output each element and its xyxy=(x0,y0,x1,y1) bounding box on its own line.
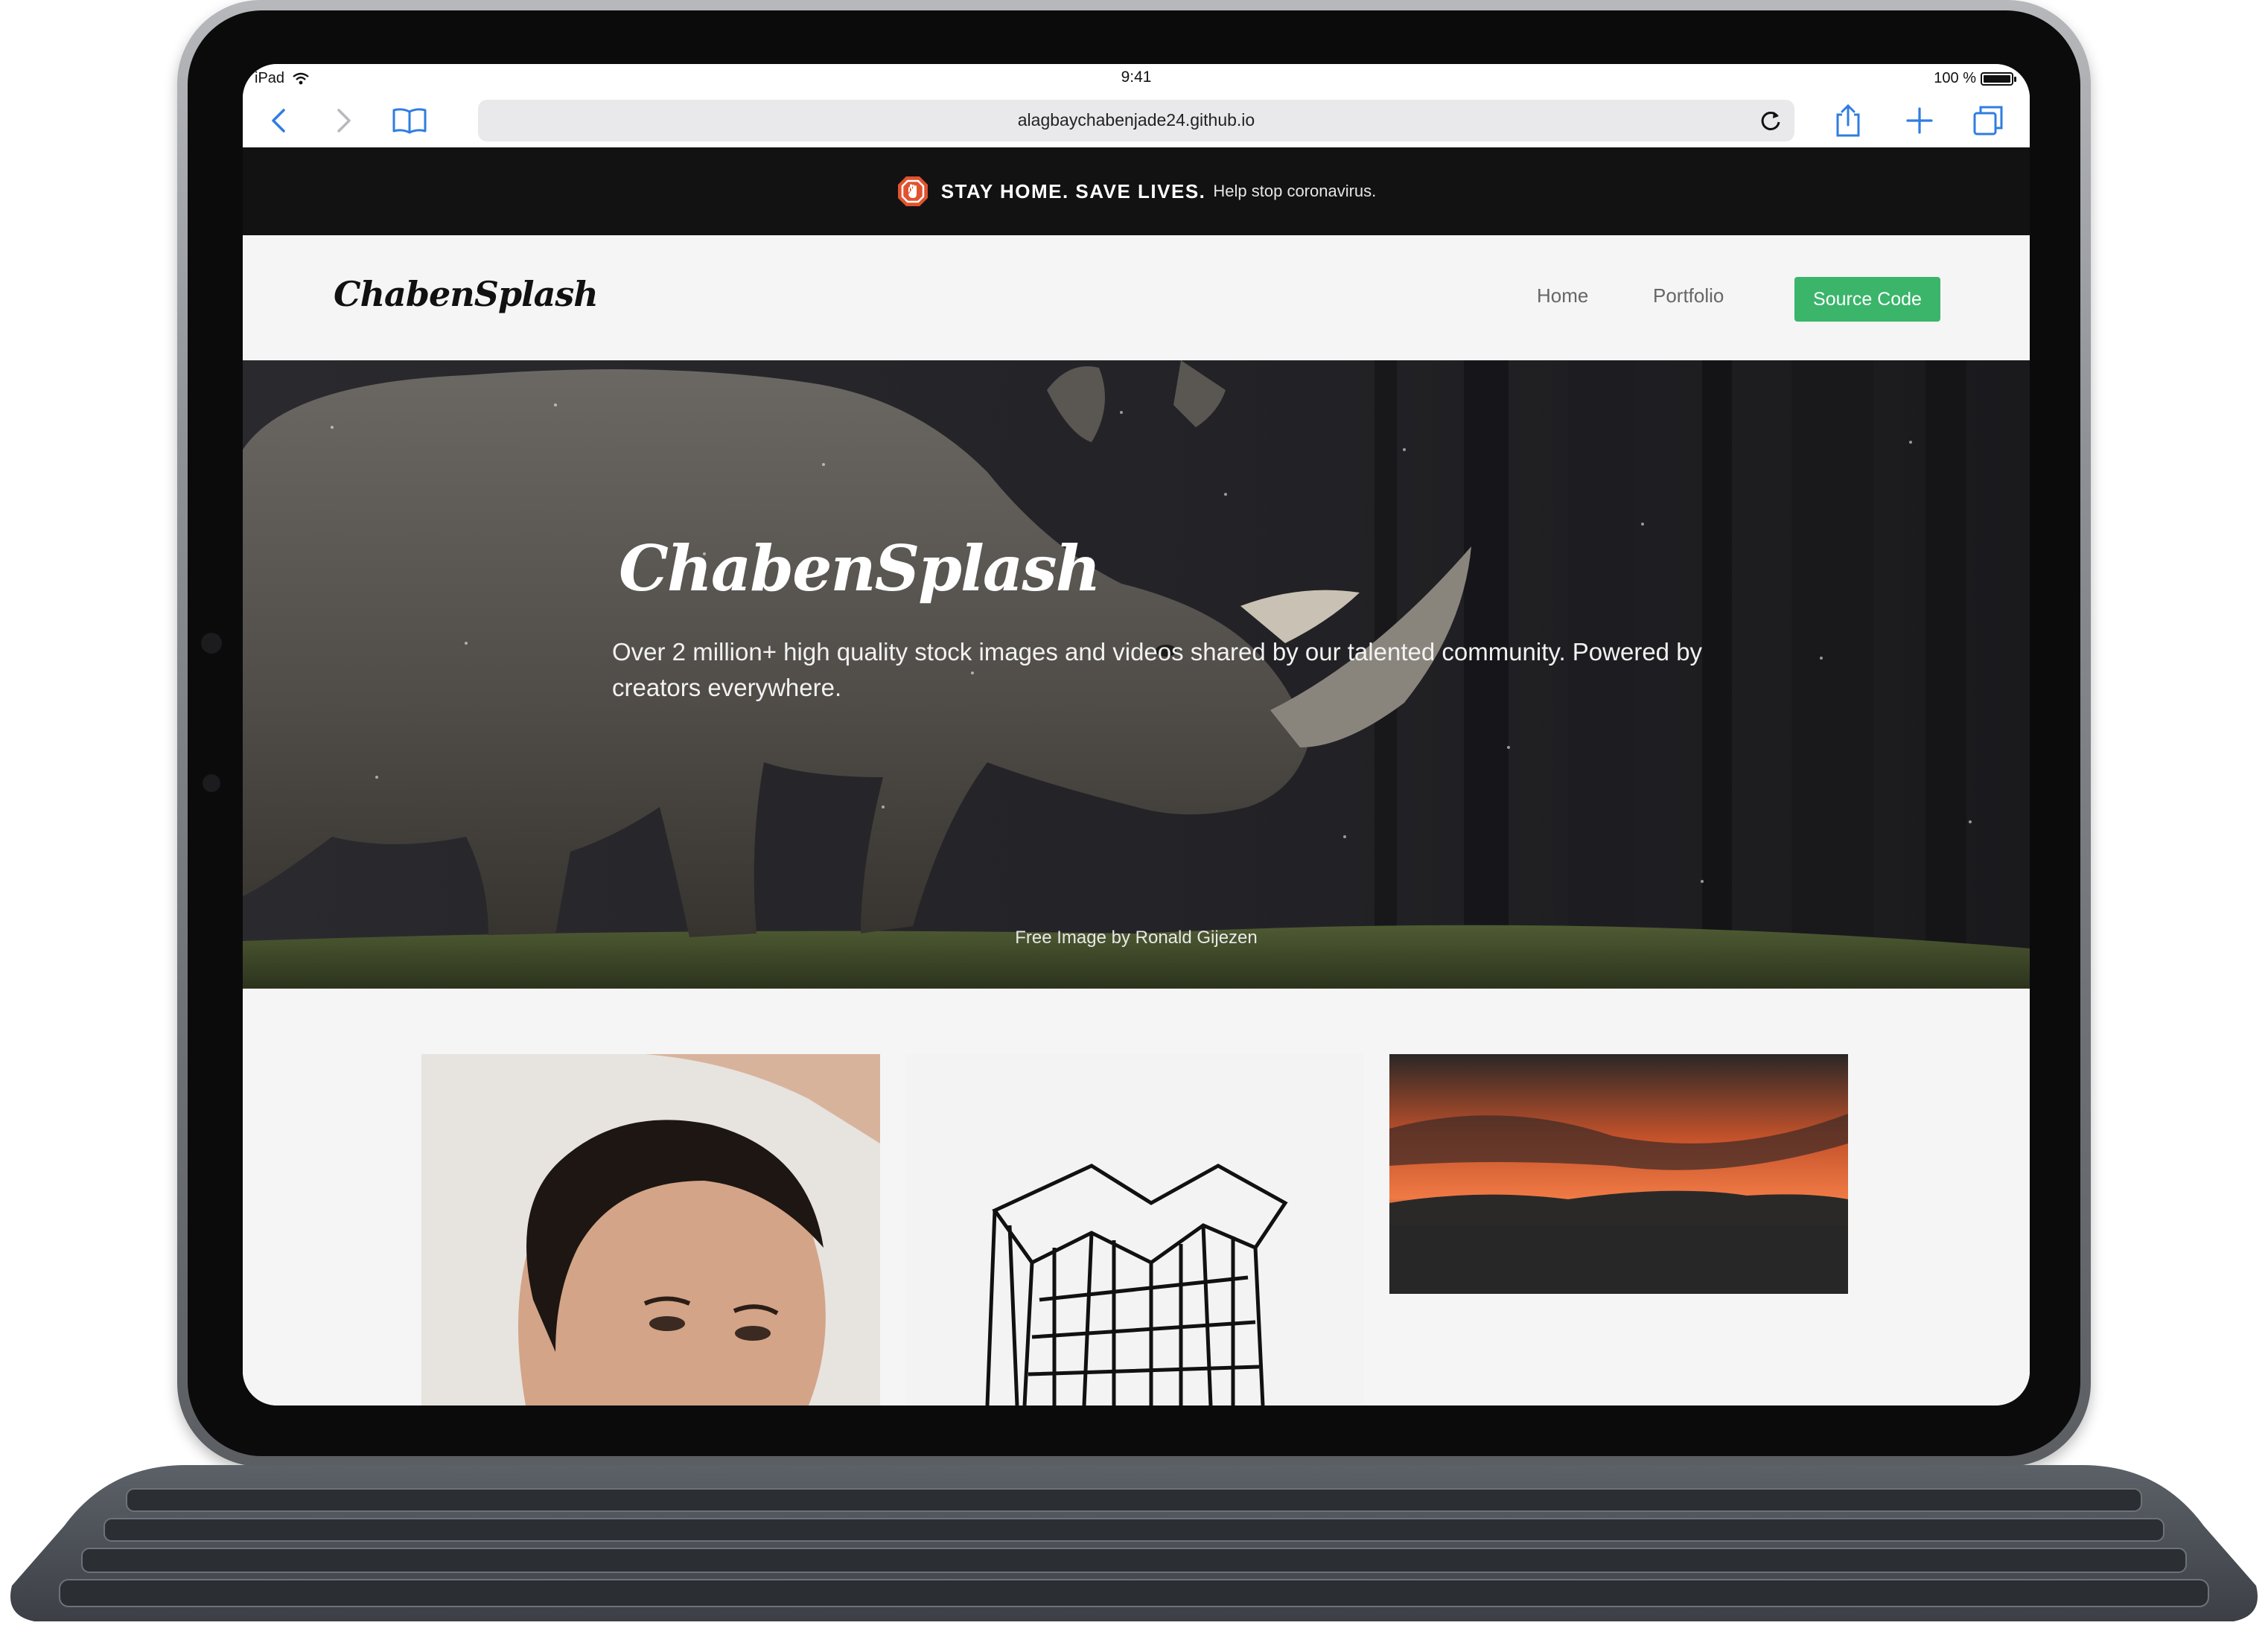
forward-icon[interactable] xyxy=(323,100,365,141)
share-icon[interactable] xyxy=(1827,100,1869,141)
address-bar[interactable]: alagbaychabenjade24.github.io xyxy=(478,100,1794,141)
nav-home-link[interactable]: Home xyxy=(1537,284,1588,307)
back-icon[interactable] xyxy=(258,100,299,141)
hero-photo-credit[interactable]: Free Image by Ronald Gijezen xyxy=(243,928,2030,948)
sunset-photo[interactable] xyxy=(1389,1054,1848,1294)
photo-gallery xyxy=(243,989,2030,1406)
browser-toolbar: alagbaychabenjade24.github.io xyxy=(243,92,2030,147)
url-text: alagbaychabenjade24.github.io xyxy=(1017,110,1255,130)
battery-icon xyxy=(1981,71,2016,86)
bookmarks-icon[interactable] xyxy=(389,100,430,141)
hero-subtitle: Over 2 million+ high quality stock image… xyxy=(612,638,1703,701)
ipad-screen: iPad 9:41 100 % alagbaychabenjade24.gith… xyxy=(243,64,2030,1406)
hero-title: ChabenSplash xyxy=(619,532,1101,605)
battery-percent: 100 % xyxy=(1934,70,1976,86)
banner-headline: STAY HOME. SAVE LIVES. xyxy=(940,179,1206,202)
hero-section: ChabenSplash Over 2 million+ high qualit… xyxy=(243,360,2030,989)
status-time: 9:41 xyxy=(1121,68,1152,86)
sensor-dot xyxy=(203,774,220,792)
architecture-photo[interactable] xyxy=(905,1054,1364,1406)
nav-portfolio-link[interactable]: Portfolio xyxy=(1653,284,1724,307)
status-bar: iPad 9:41 100 % xyxy=(243,64,2030,92)
banner-subtext: Help stop coronavirus. xyxy=(1213,182,1377,200)
tabs-icon[interactable] xyxy=(1967,100,2009,141)
covid-banner[interactable]: STAY HOME. SAVE LIVES. Help stop coronav… xyxy=(243,147,2030,235)
stop-sign-icon xyxy=(897,176,928,206)
site-logo[interactable]: ChabenSplash xyxy=(334,274,599,314)
camera-dot xyxy=(201,633,222,654)
new-tab-icon[interactable] xyxy=(1899,100,1940,141)
site-header: ChabenSplash Home Portfolio Source Code xyxy=(243,235,2030,360)
source-code-button[interactable]: Source Code xyxy=(1794,277,1940,322)
reload-icon[interactable] xyxy=(1757,107,1784,134)
portrait-photo[interactable] xyxy=(421,1054,880,1406)
status-right: 100 % xyxy=(1934,70,2016,87)
battery-fill xyxy=(1984,74,2010,83)
